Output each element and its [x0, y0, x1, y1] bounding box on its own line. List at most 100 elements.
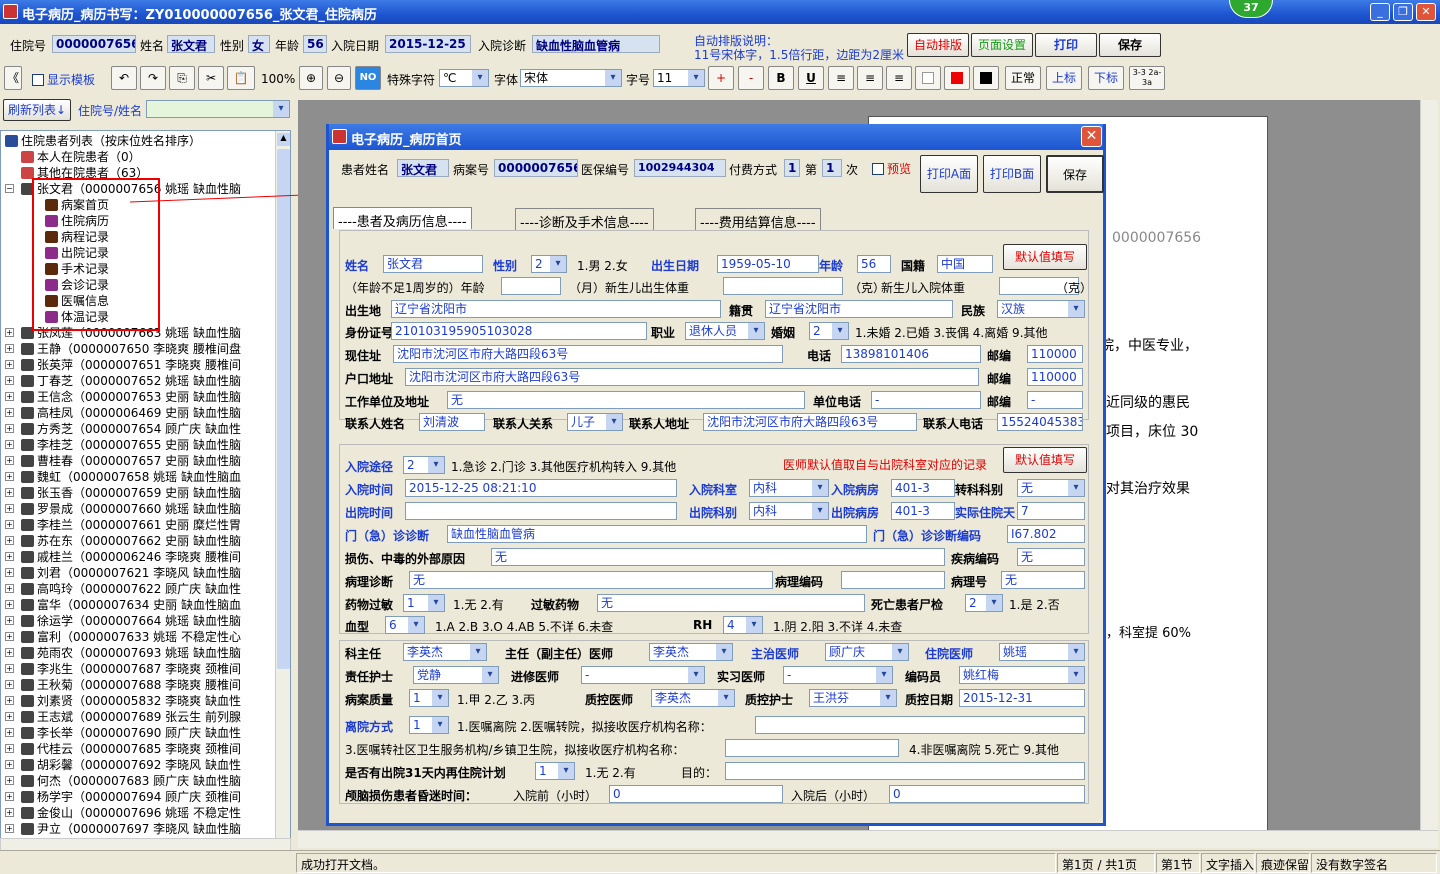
align-center-icon[interactable]: ≡: [857, 66, 883, 90]
expand-icon[interactable]: +: [5, 680, 14, 689]
intern-select[interactable]: -: [783, 666, 893, 684]
tree-node[interactable]: 苏在东（0000007662 史丽 缺血性脑 +: [5, 533, 241, 549]
tree-node[interactable]: 罗景成（0000007660 姚瑶 缺血性脑 +: [5, 501, 241, 517]
zip3-field[interactable]: -: [1027, 391, 1083, 409]
birth-field[interactable]: 1959-05-10: [717, 255, 819, 273]
close-button[interactable]: ✕: [1416, 3, 1436, 21]
inj-field[interactable]: 无: [491, 548, 945, 566]
tree-node[interactable]: 王静（0000007650 李晓爽 腰椎间盘 +: [5, 341, 241, 357]
qcd-field[interactable]: 2015-12-31: [959, 689, 1085, 707]
expand-icon[interactable]: +: [5, 344, 14, 353]
chief-select[interactable]: 李英杰: [649, 643, 733, 661]
size-select[interactable]: 11: [653, 69, 705, 87]
expand-icon[interactable]: +: [5, 760, 14, 769]
print-b-button[interactable]: 打印B面: [983, 155, 1041, 193]
tree-node[interactable]: 高桂凤（0000006469 史丽 缺血性脑 +: [5, 405, 241, 421]
qcn-select[interactable]: 王洪芬: [809, 689, 897, 707]
expand-icon[interactable]: +: [5, 504, 14, 513]
tree-node[interactable]: 张玉香（0000007659 史丽 缺血性脑 +: [5, 485, 241, 501]
expand-icon[interactable]: +: [5, 616, 14, 625]
rel-select[interactable]: 儿子: [567, 413, 623, 431]
expand-icon[interactable]: +: [5, 456, 14, 465]
job-select[interactable]: 退休人员: [685, 322, 765, 340]
expand-icon[interactable]: −: [5, 184, 14, 193]
addr-field[interactable]: 沈阳市沈河区市府大路四段63号: [393, 345, 783, 363]
coma-post-v-field[interactable]: 0: [889, 785, 1085, 803]
tab-diagnosis[interactable]: ----诊断及手术信息----: [515, 208, 654, 231]
tree-node[interactable]: 李兆生（0000007687 李晓爽 颈椎间 +: [5, 661, 241, 677]
path-field[interactable]: 无: [409, 571, 773, 589]
expand-icon[interactable]: +: [5, 776, 14, 785]
tree-node[interactable]: 尹立（0000007697 李晓风 缺血性脑 +: [5, 821, 241, 837]
tree-node[interactable]: 曹桂春（0000007657 史丽 缺血性脑 +: [5, 453, 241, 469]
paste-icon[interactable]: 📋: [227, 66, 255, 90]
color-black-swatch[interactable]: [973, 66, 999, 90]
auto-layout-button[interactable]: 自动排版: [907, 33, 969, 57]
tree-node[interactable]: 方秀芝（0000007654 顾广庆 缺血性 +: [5, 421, 241, 437]
no-icon[interactable]: NO: [355, 66, 381, 90]
nation-field[interactable]: 中国: [937, 255, 993, 273]
dialog-close-button[interactable]: ✕: [1081, 126, 1102, 147]
in-dept-select[interactable]: 内科: [749, 479, 829, 497]
tree-node[interactable]: 何杰（0000007683 顾广庆 缺血性脑 +: [5, 773, 241, 789]
tree-node[interactable]: 住院患者列表（按床位姓名排序）: [5, 133, 201, 149]
dc-field[interactable]: 无: [1017, 548, 1085, 566]
expand-icon[interactable]: +: [5, 664, 14, 673]
expand-icon[interactable]: +: [5, 712, 14, 721]
work-field[interactable]: 无: [447, 391, 805, 409]
zip2-field[interactable]: 110000: [1027, 368, 1083, 386]
preview-checkbox[interactable]: 预览: [872, 160, 911, 177]
expand-icon[interactable]: +: [5, 328, 14, 337]
expand-icon[interactable]: +: [5, 424, 14, 433]
dis-select[interactable]: 1: [409, 716, 449, 734]
dialog-save-button[interactable]: 保存: [1046, 155, 1104, 193]
tel-field[interactable]: 13898101406: [841, 345, 981, 363]
ct-field[interactable]: 刘清波: [419, 413, 485, 431]
rh-select[interactable]: 4: [723, 616, 763, 634]
tab-billing[interactable]: ----费用结算信息----: [695, 208, 821, 231]
align-left-icon[interactable]: ≡: [828, 66, 854, 90]
tree-node[interactable]: 李长举（0000007690 顾广庆 缺血性 +: [5, 725, 241, 741]
ctaddr-field[interactable]: 沈阳市沈河区市府大路四段63号: [703, 413, 917, 431]
route-select[interactable]: 2: [403, 456, 445, 474]
nbw-field[interactable]: [723, 277, 843, 295]
trans-select[interactable]: 无: [1017, 479, 1085, 497]
align-right-icon[interactable]: ≡: [886, 66, 912, 90]
tree-node[interactable]: 戚桂兰（0000006246 李晓爽 腰椎间 +: [5, 549, 241, 565]
od-field[interactable]: 缺血性脑血管病: [447, 525, 867, 543]
color-red-swatch[interactable]: [944, 66, 970, 90]
days-field[interactable]: 7: [1017, 502, 1085, 520]
print-a-button[interactable]: 打印A面: [920, 155, 978, 193]
tree-node[interactable]: 魏虹（0000007658 姚瑶 缺血性脑血 +: [5, 469, 241, 485]
special-char-select[interactable]: ℃: [439, 69, 489, 87]
expand-icon[interactable]: +: [5, 568, 14, 577]
expand-icon[interactable]: +: [5, 488, 14, 497]
al-select[interactable]: 1: [403, 594, 445, 612]
tree-node[interactable]: 杨学宇（0000007694 顾广庆 颈椎间 +: [5, 789, 241, 805]
tree-node[interactable]: 刘素贤（0000005832 李晓爽 缺血性 +: [5, 693, 241, 709]
dis-name2-field[interactable]: [725, 739, 899, 757]
page-setup-button[interactable]: 页面设置: [971, 33, 1033, 57]
in-ward-field[interactable]: 401-3: [891, 479, 955, 497]
tree-node[interactable]: 苑雨农（0000007693 姚瑶 缺血性脑 +: [5, 645, 241, 661]
tree-node[interactable]: 富利（0000007633 姚瑶 不稳定性心 +: [5, 629, 241, 645]
expand-icon[interactable]: +: [5, 696, 14, 705]
tree-node[interactable]: 王秋菊（0000007688 李晓爽 腰椎间 +: [5, 677, 241, 693]
tree-node[interactable]: 代桂云（0000007685 李晓爽 颈椎间 +: [5, 741, 241, 757]
aut-select[interactable]: 2: [965, 594, 1003, 612]
print-button[interactable]: 打印: [1035, 33, 1097, 57]
expand-icon[interactable]: +: [5, 376, 14, 385]
out-dept-select[interactable]: 内科: [749, 502, 829, 520]
tree-node[interactable]: 张英萍（0000007651 李晓爽 腰椎间 +: [5, 357, 241, 373]
adv-select[interactable]: -: [581, 666, 705, 684]
zip-field[interactable]: 110000: [1027, 345, 1083, 363]
default-fill-button-2[interactable]: 默认值填写: [1003, 447, 1087, 473]
tree-node[interactable]: 王信念（0000007653 史丽 缺血性脑 +: [5, 389, 241, 405]
tree-node[interactable]: 富华（0000007634 史丽 缺血性脑血 +: [5, 597, 241, 613]
doc-vscrollbar[interactable]: [1420, 100, 1438, 830]
expand-icon[interactable]: +: [5, 536, 14, 545]
infant-field[interactable]: [501, 277, 561, 295]
ald-field[interactable]: 无: [597, 594, 865, 612]
tree-node[interactable]: 李桂兰（0000007661 史丽 糜烂性胃 +: [5, 517, 241, 533]
expand-icon[interactable]: +: [5, 520, 14, 529]
